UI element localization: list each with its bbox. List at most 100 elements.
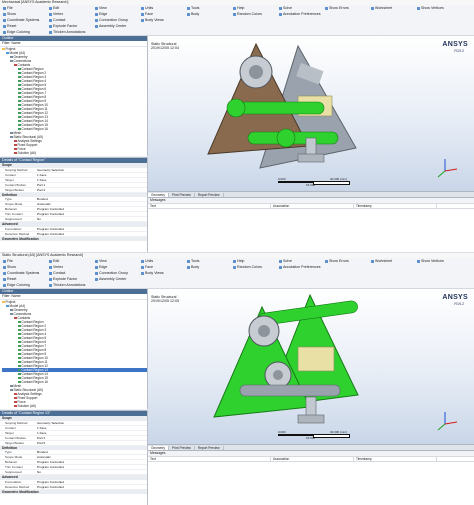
details-value[interactable]: Part 4 — [37, 436, 147, 440]
details-value[interactable]: No — [37, 217, 147, 221]
messages-col-text[interactable]: Text — [148, 456, 271, 461]
details-value[interactable]: Geometry Selection — [37, 421, 147, 425]
outline-item-label: Solution (A6) — [17, 151, 36, 155]
details-panel: Details of "Contact Region" Scope Scoping… — [0, 157, 148, 252]
screenshot-bottom: Static Structural (A5) [ANSYS Academic R… — [0, 253, 474, 505]
details-key: Scoping Method — [5, 420, 28, 425]
scale-label-mid: 15.000 — [306, 436, 316, 440]
details-value[interactable]: 1 Face — [37, 173, 147, 177]
screenshot-top: Mechanical [ANSYS Academic Research] Fil… — [0, 0, 474, 252]
messages-columns: Text Association Timestamp — [148, 456, 474, 462]
outline-item[interactable]: Solution (A6) — [2, 151, 147, 155]
details-key: Trim Contact — [5, 465, 23, 469]
filter-value[interactable]: Name — [11, 294, 20, 298]
top-nut-center — [258, 325, 270, 337]
axis-triad — [437, 412, 458, 431]
details-key: Type — [5, 197, 12, 201]
messages-columns: Text Association Timestamp — [148, 203, 474, 209]
details-key: Type — [5, 450, 12, 454]
details-grid: Scope Scoping Method Geometry Selection Con… — [0, 163, 147, 241]
toolbar-button[interactable]: Thicken Annotations — [49, 282, 85, 288]
toolbar-button[interactable]: Edge Coloring — [3, 282, 30, 288]
model-render — [207, 42, 357, 169]
toolbar-button[interactable]: Thicken Annotations — [49, 29, 85, 35]
tree-node-icon — [14, 404, 17, 408]
top-nut-center — [249, 65, 263, 79]
graphics-viewport[interactable]: Static Structural 2019/12/05 12:05 ANSYS… — [148, 289, 474, 444]
details-value[interactable]: Program Controlled — [37, 207, 147, 211]
outline-tree: Project Model (A4) Geometry Connections Cont… — [0, 300, 147, 408]
details-value[interactable]: Part 2 — [37, 188, 147, 192]
details-key: Contact Bodies — [5, 435, 26, 440]
grey-pin-1 — [239, 384, 341, 397]
details-panel: Details of "Contact Region 13" Scope Scop… — [0, 410, 148, 505]
details-value[interactable]: Automatic — [37, 455, 147, 459]
details-group-header[interactable]: Geometric Modification — [0, 236, 147, 241]
details-key: Detection Method — [5, 484, 30, 489]
details-key: Target — [5, 177, 14, 182]
details-key: Contact — [5, 425, 16, 430]
details-value[interactable]: Part 5 — [37, 441, 147, 445]
messages-col-timestamp[interactable]: Timestamp — [354, 456, 437, 461]
details-key: Detection Method — [5, 231, 30, 236]
messages-pane: Messages Text Association Timestamp — [148, 197, 474, 252]
details-value[interactable]: Automatic — [37, 202, 147, 206]
details-value[interactable]: Program Controlled — [37, 232, 147, 236]
details-value[interactable]: No — [37, 470, 147, 474]
details-key: Contact Bodies — [5, 182, 26, 187]
messages-col-association[interactable]: Association — [271, 456, 354, 461]
details-key: Formulation — [5, 479, 22, 484]
bottom-nut — [297, 414, 325, 424]
scale-label-end: 30.000 (mm) — [330, 430, 348, 434]
filter-label: Filter: — [2, 41, 11, 45]
details-value[interactable]: 1 Face — [37, 431, 147, 435]
outline-panel: Outline Filter: Name Project Model (A4) Ge… — [0, 289, 148, 409]
details-value[interactable]: Geometry Selection — [37, 168, 147, 172]
details-value[interactable]: Program Controlled — [37, 485, 147, 489]
scale-bar-white — [313, 181, 350, 185]
yellow-block — [297, 346, 335, 372]
details-value[interactable]: 1 Face — [37, 178, 147, 182]
outline-item[interactable]: Solution (A6) — [2, 404, 147, 408]
graphics-viewport[interactable]: Static Structural 2019/12/05 12:04 ANSYS… — [148, 36, 474, 191]
messages-col-association[interactable]: Association — [271, 203, 354, 208]
details-value[interactable]: Program Controlled — [37, 212, 147, 216]
details-key: Scope Mode — [5, 202, 23, 206]
bottom-nut — [297, 153, 325, 163]
details-key: Suppressed — [5, 217, 22, 221]
details-key: Suppressed — [5, 470, 22, 474]
filter-value[interactable]: Name — [11, 41, 20, 45]
messages-col-text[interactable]: Text — [148, 203, 271, 208]
scale-label-end: 30.000 (mm) — [330, 177, 348, 181]
toolbar-button[interactable]: Edge Coloring — [3, 29, 30, 35]
messages-col-timestamp[interactable]: Timestamp — [354, 203, 437, 208]
details-value[interactable]: Bonded — [37, 450, 147, 454]
details-value[interactable]: Program Controlled — [37, 465, 147, 469]
details-key: Target Bodies — [5, 440, 24, 445]
details-value[interactable]: Program Controlled — [37, 227, 147, 231]
details-group-header[interactable]: Geometric Modification — [0, 489, 147, 494]
details-value[interactable]: Part 1 — [37, 183, 147, 187]
green-pin-1 — [233, 101, 325, 115]
details-key: Trim Contact — [5, 212, 23, 216]
details-key: Behavior — [5, 207, 18, 211]
details-value[interactable]: Program Controlled — [37, 460, 147, 464]
green-cap-1 — [226, 98, 246, 118]
scale-bar: 0.000 30.000 (mm) 15.000 — [278, 430, 350, 440]
green-cap-2 — [276, 128, 296, 148]
outline-panel: Outline Filter: Name Project Model (A4) Ge… — [0, 36, 148, 156]
model-render — [213, 293, 359, 424]
toolbar-row-5: Edge Coloring Thicken Annotations — [0, 29, 474, 36]
details-value[interactable]: Program Controlled — [37, 480, 147, 484]
filter-label: Filter: — [2, 294, 11, 298]
scale-bar: 0.000 30.000 (mm) 15.000 — [278, 177, 350, 187]
scale-label-start: 0.000 — [278, 430, 286, 434]
details-key: Behavior — [5, 460, 18, 464]
details-key: Scoping Method — [5, 167, 28, 172]
tree-node-icon — [14, 151, 17, 155]
details-value[interactable]: 1 Face — [37, 426, 147, 430]
details-key: Target Bodies — [5, 187, 24, 192]
details-value[interactable]: Bonded — [37, 197, 147, 201]
outline-item-label: Solution (A6) — [17, 404, 36, 408]
details-key: Contact — [5, 172, 16, 177]
